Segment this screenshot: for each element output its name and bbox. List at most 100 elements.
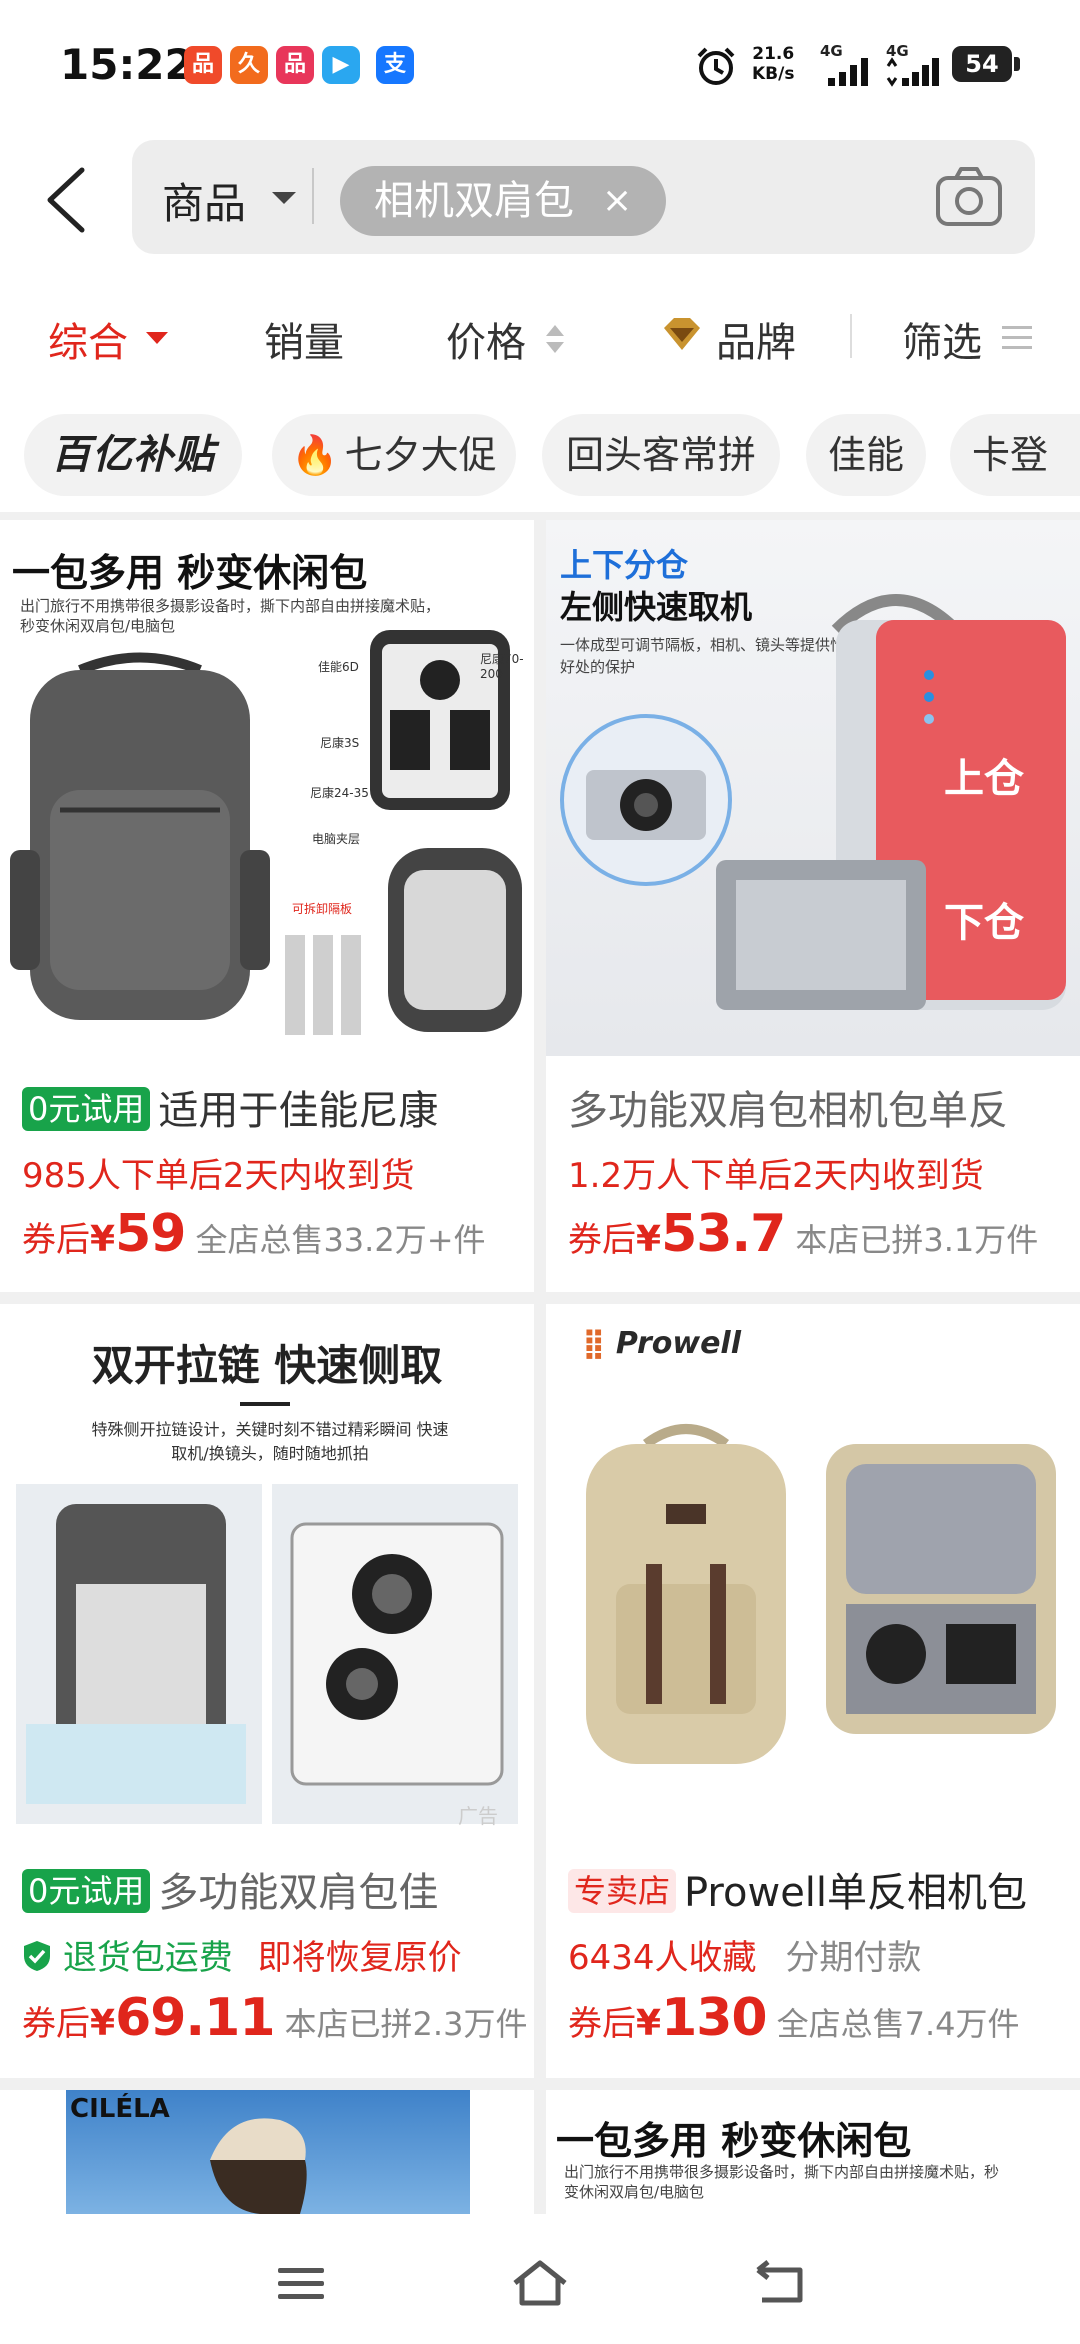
back-icon[interactable] <box>752 2260 806 2308</box>
product-sold: 全店总售7.4万件 <box>776 2005 1020 2043</box>
product-image[interactable]: CILÉLA <box>0 2090 534 2214</box>
back-arrow-icon[interactable] <box>38 160 98 240</box>
search-divider <box>312 168 314 224</box>
image-headline: 一包多用 秒变休闲包 <box>556 2119 912 2163</box>
product-card[interactable]: 双开拉链 快速侧取 特殊侧开拉链设计，关键时刻不错过精彩瞬间 快速取机/换镜头，… <box>0 1304 534 2078</box>
menu-icon[interactable] <box>276 2264 326 2304</box>
side-open-illustration <box>16 1484 262 1824</box>
return-shipping-label: 退货包运费 <box>62 1938 233 1978</box>
product-card[interactable]: 一包多用 秒变休闲包 出门旅行不用携带很多摄影设备时，撕下内部自由拼接魔术贴，秒… <box>0 520 534 1292</box>
brand-diamond-icon <box>664 318 700 350</box>
system-nav-bar <box>0 2214 1080 2344</box>
tab-general[interactable]: 综合 <box>48 310 128 368</box>
price-restore-label: 即将恢复原价 <box>257 1938 462 1978</box>
exclusive-store-badge: 专卖店 <box>568 1869 677 1913</box>
caret-down-icon <box>146 332 168 344</box>
camera-search-icon[interactable] <box>932 160 1006 234</box>
search-header: 商品 相机双肩包 × <box>0 132 1080 260</box>
tag-canon-label: 佳能 <box>827 433 904 477</box>
product-title: 0元试用 适用于佳能尼康 <box>22 1078 438 1136</box>
tab-filter[interactable]: 筛选 <box>902 310 982 368</box>
image-headline: 上下分仓 <box>560 546 689 584</box>
lens-compartment-illustration <box>272 1484 518 1824</box>
image-underline <box>240 1402 290 1406</box>
search-scope-select[interactable]: 商品 <box>162 170 246 231</box>
free-trial-badge: 0元试用 <box>22 1869 151 1913</box>
product-title: 专卖店 Prowell单反相机包 <box>568 1860 1027 1918</box>
tab-sales[interactable]: 销量 <box>264 310 344 368</box>
tag-qixi-label: 七夕大促 <box>344 433 497 477</box>
product-image[interactable]: 一包多用 秒变休闲包 出门旅行不用携带很多摄影设备时，撕下内部自由拼接魔术贴，秒… <box>546 2090 1080 2214</box>
tag-kadeng[interactable]: 卡登 <box>950 414 1080 496</box>
product-title: 0元试用 多功能双肩包佳 <box>22 1860 438 1918</box>
product-price-row: 券后¥130 全店总售7.4万件 <box>568 1988 1020 2048</box>
carousel-dot <box>924 714 934 724</box>
image-label: 佳能6D <box>318 660 359 674</box>
battery-indicator: 54 <box>952 46 1020 82</box>
image-headline: 双开拉链 快速侧取 <box>91 1341 443 1390</box>
product-price: 130 <box>661 1988 768 2048</box>
dividers-illustration <box>285 935 361 1035</box>
product-price-row: 券后¥53.7 本店已拼3.1万件 <box>568 1204 1039 1264</box>
quick-tag-bar: 百亿补贴 🔥 七夕大促 回头客常拼 佳能 卡登 <box>0 396 1080 512</box>
home-icon[interactable] <box>510 2258 570 2308</box>
image-brand-logo: ⣿ Prowell <box>582 1326 741 1361</box>
search-box[interactable]: 商品 相机双肩包 × <box>132 140 1035 254</box>
product-sold: 本店已拼2.3万件 <box>284 2005 528 2043</box>
product-image[interactable]: ⣿ Prowell <box>546 1304 1080 1840</box>
product-image[interactable]: 一包多用 秒变休闲包 出门旅行不用携带很多摄影设备时，撕下内部自由拼接魔术贴，秒… <box>0 520 534 1056</box>
app-pink-icon: 品 <box>276 46 314 84</box>
tag-canon[interactable]: 佳能 <box>806 414 926 496</box>
sort-divider <box>850 314 852 358</box>
clear-keyword-icon[interactable]: × <box>602 166 632 236</box>
search-keyword-chip[interactable]: 相机双肩包 × <box>340 166 667 236</box>
signal-1-icon <box>828 58 868 86</box>
image-caption: 特殊侧开拉链设计，关键时刻不错过精彩瞬间 快速取机/换镜头，随时随地抓拍 <box>91 1420 449 1463</box>
free-trial-badge: 0元试用 <box>22 1087 151 1131</box>
product-sold: 本店已拼3.1万件 <box>795 1221 1039 1259</box>
image-caption: 出门旅行不用携带很多摄影设备时，撕下内部自由拼接魔术贴，秒变休闲双肩包/电脑包 <box>564 2163 1000 2201</box>
image-label-upper: 上仓 <box>944 756 1024 802</box>
tab-price[interactable]: 价格 <box>446 310 526 368</box>
product-card[interactable]: ⣿ Prowell 专卖店 Prowell单反相机包 6434人收藏 分期付款 券… <box>546 1304 1080 2078</box>
canvas-backpack-illustration <box>586 1424 786 1764</box>
tag-qixi[interactable]: 🔥 七夕大促 <box>272 414 516 496</box>
product-price: 59 <box>115 1204 186 1264</box>
image-label: 电脑夹层 <box>312 832 361 846</box>
signal-2-icon <box>886 57 939 87</box>
product-card[interactable]: CILÉLA <box>0 2090 534 2214</box>
carousel-dot <box>924 692 934 702</box>
product-delivery: 985人下单后2天内收到货 <box>22 1156 415 1196</box>
product-card[interactable]: 一包多用 秒变休闲包 出门旅行不用携带很多摄影设备时，撕下内部自由拼接魔术贴，秒… <box>546 2090 1080 2214</box>
tab-brand[interactable]: 品牌 <box>716 310 796 368</box>
image-label: 可拆卸隔板 <box>292 902 353 916</box>
image-label: 尼康3S <box>320 736 360 750</box>
tag-repeat-buyer[interactable]: 回头客常拼 <box>542 414 780 496</box>
sort-bar: 综合 销量 价格 品牌 筛选 <box>0 260 1080 397</box>
product-image[interactable]: 上下分仓 左侧快速取机 一体成型可调节隔板，相机、镜头等提供恰到好处的保护 上仓… <box>546 520 1080 1056</box>
product-image[interactable]: 双开拉链 快速侧取 特殊侧开拉链设计，关键时刻不错过精彩瞬间 快速取机/换镜头，… <box>0 1304 534 1840</box>
product-title: 多功能双肩包相机包单反 <box>568 1088 1008 1134</box>
status-time: 15:22 <box>60 40 194 89</box>
product-price-row: 券后¥69.11 本店已拼2.3万件 <box>22 1988 528 2048</box>
tag-subsidy-label: 百亿补贴 <box>51 432 215 478</box>
open-camera-bag-illustration <box>826 1444 1056 1734</box>
image-label-lower: 下仓 <box>944 900 1024 946</box>
tag-kadeng-label: 卡登 <box>972 433 1049 477</box>
app-alipay-icon: 支 <box>376 46 414 84</box>
search-keyword: 相机双肩包 <box>374 178 574 224</box>
tag-subsidy[interactable]: 百亿补贴 <box>24 414 242 496</box>
favorites-count: 6434人收藏 <box>568 1938 757 1978</box>
alarm-icon <box>697 47 735 85</box>
product-price-row: 券后¥59 全店总售33.2万+件 <box>22 1204 486 1264</box>
tag-repeat-buyer-label: 回头客常拼 <box>565 433 756 477</box>
person-cap-illustration <box>210 2118 307 2214</box>
chevron-down-icon <box>272 192 296 204</box>
carousel-dot <box>924 670 934 680</box>
image-headline: 一包多用 秒变休闲包 <box>12 551 368 595</box>
product-card[interactable]: 上下分仓 左侧快速取机 一体成型可调节隔板，相机、镜头等提供恰到好处的保护 上仓… <box>546 520 1080 1292</box>
image-brand-logo: CILÉLA <box>70 2094 170 2124</box>
fire-icon: 🔥 <box>291 433 339 477</box>
shield-check-icon <box>24 1941 50 1971</box>
net-speed: 21.6 KB/s <box>752 44 795 84</box>
